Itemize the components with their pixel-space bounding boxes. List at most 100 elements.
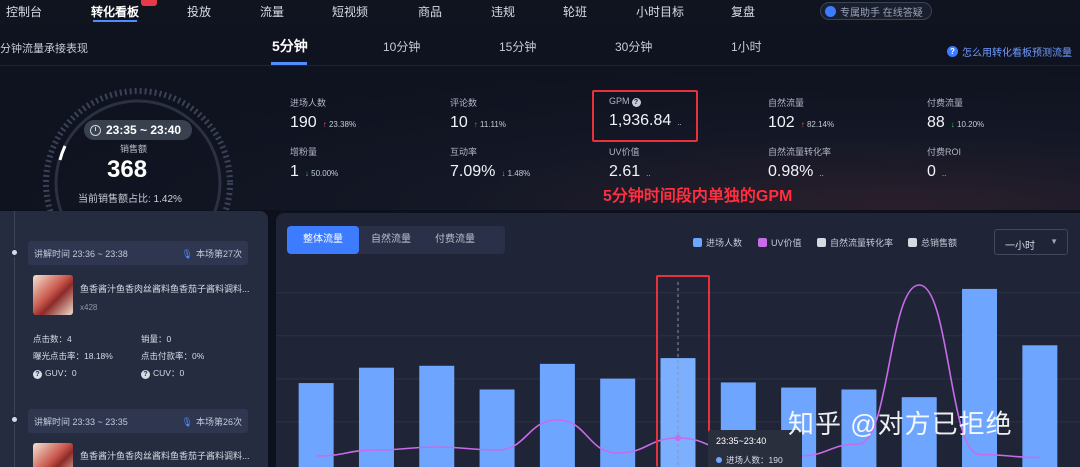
- nav-active-underline: [93, 20, 137, 22]
- timeline-dot: [10, 415, 19, 424]
- metric-label: 付费ROI: [927, 147, 962, 157]
- chart-bar[interactable]: [1022, 345, 1058, 467]
- chart-bar[interactable]: [298, 383, 334, 467]
- product-title[interactable]: 鱼香酱汁鱼香肉丝酱料鱼香茄子酱料调料...: [80, 282, 250, 295]
- product-qty: x428: [80, 303, 98, 312]
- gpm-highlight-box: [592, 90, 698, 142]
- explain-card-header[interactable]: 讲解时间 23:36 ~ 23:38 🎙 本场第27次: [28, 241, 248, 265]
- stat-clicks: 点击数：4: [33, 334, 72, 344]
- metric-value: 2.61: [609, 163, 641, 180]
- gauge-progress: [58, 145, 67, 161]
- legend-uv[interactable]: UV价值: [758, 236, 802, 249]
- metric-value: 102: [768, 114, 795, 131]
- tooltip-dot: [716, 457, 722, 463]
- metric-label: 互动率: [450, 147, 478, 157]
- nav-item-review[interactable]: 复盘: [731, 3, 755, 20]
- tab-15min[interactable]: 15分钟: [499, 38, 536, 55]
- metric-label: 自然流量转化率: [768, 147, 832, 157]
- help-icon: ?: [947, 46, 958, 57]
- range-select-value: 一小时: [1005, 241, 1035, 252]
- legend-natural-conversion[interactable]: 自然流量转化率: [817, 236, 893, 249]
- help-icon[interactable]: ?: [141, 370, 150, 379]
- chart-bar[interactable]: [479, 389, 515, 467]
- legend-swatch: [908, 238, 917, 247]
- explain-card-header[interactable]: 讲解时间 23:33 ~ 23:35 🎙 本场第26次: [28, 409, 248, 433]
- metric-value: 10: [450, 114, 468, 131]
- tab-active-underline: [271, 62, 307, 65]
- metric-value: 1: [290, 163, 299, 180]
- gauge-time-label: 23:35 ~ 23:40: [106, 123, 182, 137]
- gauge-time-range: 23:35 ~ 23:40: [84, 120, 192, 140]
- nav-item-hourly-goal[interactable]: 小时目标: [636, 3, 684, 20]
- clock-icon: [90, 124, 101, 136]
- gauge-share: 当前销售额占比: 1.42%: [78, 194, 182, 205]
- stat-guv: ? GUV：0: [33, 367, 77, 379]
- tab-30min[interactable]: 30分钟: [615, 38, 652, 55]
- helper-button[interactable]: 专属助手 在线答疑: [820, 2, 932, 20]
- metric-paid-traffic: 付费流量 88 ↓ 10.20%: [927, 96, 984, 132]
- explain-count: 本场第26次: [195, 416, 242, 427]
- product-image[interactable]: [33, 443, 73, 467]
- nav-item-console[interactable]: 控制台: [6, 3, 42, 20]
- stat-cvr: 点击付款率：0%: [141, 351, 205, 361]
- legend-swatch: [817, 238, 826, 247]
- metric-change: ↓ 10.20%: [950, 120, 985, 129]
- nav-item-traffic[interactable]: 流量: [260, 3, 284, 20]
- legend-total-sales[interactable]: 总销售额: [908, 236, 957, 249]
- watermark: 知乎 @对方已拒绝: [788, 409, 1013, 439]
- metric-value: 190: [290, 114, 317, 131]
- metric-natural-conversion: 自然流量转化率 0.98% ..: [768, 145, 831, 181]
- explain-list-panel: 讲解时间 23:36 ~ 23:38 🎙 本场第27次 鱼香酱汁鱼香肉丝酱料鱼香茄…: [0, 211, 268, 467]
- product-image[interactable]: [33, 275, 73, 315]
- legend-swatch: [693, 238, 702, 247]
- metric-label: 评论数: [450, 98, 478, 108]
- annotation-text: 5分钟时间段内单独的GPM: [603, 188, 793, 205]
- metric-uv-value: UV价值 2.61 ..: [609, 145, 651, 181]
- product-title[interactable]: 鱼香酱汁鱼香肉丝酱料鱼香茄子酱料调料...: [80, 449, 250, 462]
- metric-interaction-rate: 互动率 7.09% ↓ 1.48%: [450, 145, 530, 181]
- segment-natural-traffic[interactable]: 自然流量: [359, 226, 423, 254]
- howto-link[interactable]: ? 怎么用转化看板预测流量: [947, 44, 1072, 59]
- nav-item-ads[interactable]: 投放: [187, 3, 211, 20]
- sales-gauge: [43, 88, 233, 230]
- metric-more: ..: [819, 169, 824, 178]
- metric-value: 0.98%: [768, 163, 814, 180]
- tab-1hour[interactable]: 1小时: [731, 38, 762, 55]
- metric-change: ↑ 11.11%: [473, 120, 506, 129]
- metric-value: 0: [927, 163, 936, 180]
- metric-change: ↓ 1.48%: [501, 169, 531, 178]
- tab-10min[interactable]: 10分钟: [383, 38, 420, 55]
- segment-all-traffic[interactable]: 整体流量: [287, 226, 359, 254]
- chevron-down-icon: ▼: [1050, 237, 1058, 246]
- nav-item-products[interactable]: 商品: [418, 3, 442, 20]
- gauge-label: 销售额: [120, 144, 148, 154]
- help-icon[interactable]: ?: [33, 370, 42, 379]
- tooltip-label: 进场人数：190: [726, 455, 783, 465]
- chart-bar[interactable]: [539, 363, 575, 467]
- metric-change: ↑ 82.14%: [800, 120, 835, 129]
- section-title: 分钟流量承接表现: [0, 43, 88, 55]
- metric-value: 7.09%: [450, 163, 496, 180]
- nav-item-shifts[interactable]: 轮班: [563, 3, 587, 20]
- legend-swatch: [758, 238, 767, 247]
- range-select[interactable]: 一小时 ▼: [994, 229, 1068, 255]
- chart-bar[interactable]: [419, 365, 455, 467]
- nav-item-violations[interactable]: 违规: [491, 3, 515, 20]
- metric-more: ..: [646, 169, 651, 178]
- legend-entries[interactable]: 进场人数: [693, 236, 742, 249]
- gauge-value: 368: [107, 156, 148, 183]
- nav-item-conversion[interactable]: 转化看板: [91, 3, 139, 20]
- metric-value: 88: [927, 114, 945, 131]
- nav-item-short-video[interactable]: 短视频: [332, 3, 368, 20]
- chart-bar[interactable]: [358, 367, 394, 467]
- metric-paid-roi: 付费ROI 0 ..: [927, 145, 961, 181]
- metric-label: 增粉量: [290, 147, 318, 157]
- tab-5min[interactable]: 5分钟: [272, 36, 308, 56]
- top-nav: 控制台 转化看板 投放 流量 短视频 商品 违规 轮班 小时目标 复盘 专属助手…: [0, 0, 1080, 24]
- helper-icon: [825, 5, 836, 17]
- metric-label: 付费流量: [927, 98, 964, 108]
- explain-time: 讲解时间 23:33 ~ 23:35: [34, 416, 128, 427]
- howto-label: 怎么用转化看板预测流量: [962, 48, 1072, 59]
- metric-change: ↑ 23.38%: [322, 120, 357, 129]
- segment-paid-traffic[interactable]: 付费流量: [423, 226, 487, 254]
